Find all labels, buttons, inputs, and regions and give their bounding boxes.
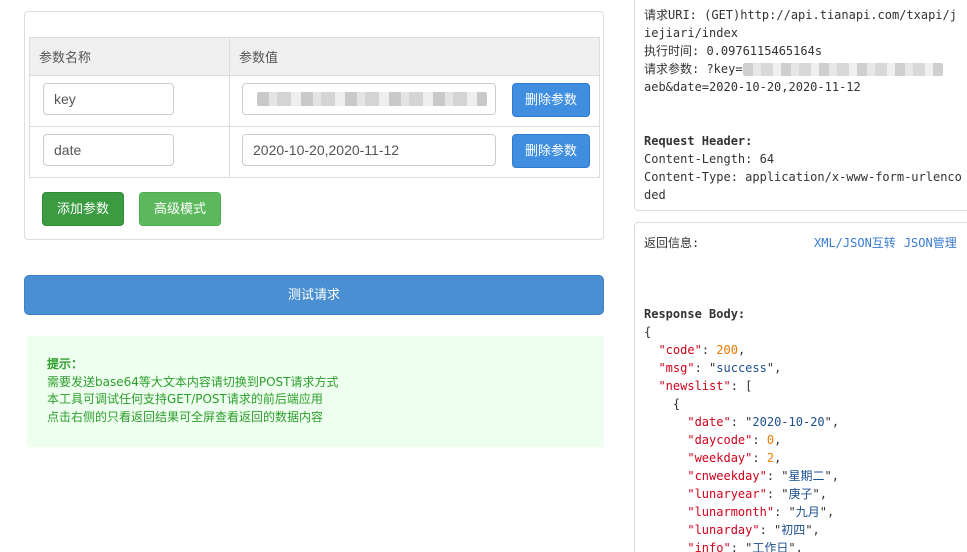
json-weekday: 2 (766, 451, 775, 465)
json-line: "info": "工作日", (644, 539, 967, 552)
json-line: "date": "2020-10-20", (687, 415, 840, 429)
param-name-input[interactable]: date (43, 134, 174, 166)
response-label: 返回信息: (644, 236, 700, 250)
request-uri: 请求URI: (GET)http://api.tianapi.com/txapi… (644, 8, 957, 22)
request-header-title: Request Header: (644, 134, 753, 148)
request-params-cont: aeb&date=2020-10-20,2020-11-12 (644, 80, 861, 94)
delete-param-button[interactable]: 删除参数 (512, 83, 590, 117)
redacted-key (742, 63, 943, 76)
tips-box: 提示： 需要发送base64等大文本内容请切换到POST请求方式 本工具可调试任… (27, 336, 604, 447)
json-line: "msg": "success", (658, 361, 782, 375)
json-info: 工作日 (752, 541, 789, 552)
json-brace: { (644, 325, 652, 339)
request-uri-cont: iejiari/index (644, 26, 738, 40)
json-line: { (644, 397, 681, 411)
delete-param-button[interactable]: 删除参数 (512, 134, 590, 168)
json-manage-link[interactable]: JSON管理 (904, 236, 957, 250)
request-params-prefix: 请求参数: ?key= (644, 62, 743, 76)
params-header-row: 参数名称 参数值 (29, 37, 600, 76)
param-name-header: 参数名称 (29, 37, 230, 76)
response-panel: 返回信息: XML/JSON互转 JSON管理 Response Body: { "… (634, 222, 967, 552)
response-links: XML/JSON互转 JSON管理 (814, 234, 965, 252)
tips-title: 提示： (47, 357, 84, 371)
response-body-title: Response Body: (644, 307, 746, 321)
tips-line: 点击右侧的只看返回结果可全屏查看返回的数据内容 (47, 409, 324, 424)
param-value-header: 参数值 (229, 37, 600, 76)
json-line: "lunarmonth": "九月", (687, 505, 835, 519)
json-code: 200 (716, 343, 738, 357)
param-value-input[interactable] (242, 83, 496, 115)
tips-line: 需要发送base64等大文本内容请切换到POST请求方式 (47, 374, 339, 389)
json-line: "cnweekday": "星期二", (687, 469, 839, 483)
json-lunarmonth: 九月 (795, 505, 820, 519)
exec-time: 执行时间: 0.0976115465164s (644, 44, 823, 58)
add-param-button[interactable]: 添加参数 (42, 192, 124, 226)
content-type: Content-Type: application/x-www-form-url… (644, 170, 962, 184)
tips-line: 本工具可调试任何支持GET/POST请求的前后端应用 (47, 392, 323, 406)
json-msg: success (716, 361, 767, 375)
json-line: "lunarday": "初四", (687, 523, 820, 537)
redacted-value (257, 92, 487, 106)
json-line: "daycode": 0, (687, 433, 782, 447)
request-info-text: 请求URI: (GET)http://api.tianapi.com/txapi… (644, 6, 964, 204)
request-info-panel: 请求URI: (GET)http://api.tianapi.com/txapi… (634, 0, 967, 211)
request-params: 请求参数: ?key= (644, 60, 964, 78)
json-date: 2020-10-20 (752, 415, 825, 429)
xml-json-convert-link[interactable]: XML/JSON互转 (814, 236, 896, 250)
param-name-input[interactable]: key (43, 83, 174, 115)
json-line: "lunaryear": "庚子", (687, 487, 827, 501)
content-type-cont: ded (644, 188, 666, 202)
test-request-button[interactable]: 测试请求 (24, 275, 604, 315)
json-cnweekday: 星期二 (788, 469, 825, 483)
content-length: Content-Length: 64 (644, 152, 775, 166)
json-line: "newslist": [ (658, 379, 753, 393)
json-line: "code": 200, (658, 343, 746, 357)
json-daycode: 0 (766, 433, 775, 447)
json-lunaryear: 庚子 (788, 487, 813, 501)
json-lunarday: 初四 (781, 523, 806, 537)
response-body: Response Body: { "code": 200, "msg": "suc… (644, 305, 967, 552)
json-line: "weekday": 2, (687, 451, 782, 465)
params-panel: 参数名称 参数值 key 删除参数 date 2020-10-20,2020-1… (24, 11, 604, 240)
param-value-input[interactable]: 2020-10-20,2020-11-12 (242, 134, 496, 166)
advanced-mode-button[interactable]: 高级模式 (139, 192, 221, 226)
